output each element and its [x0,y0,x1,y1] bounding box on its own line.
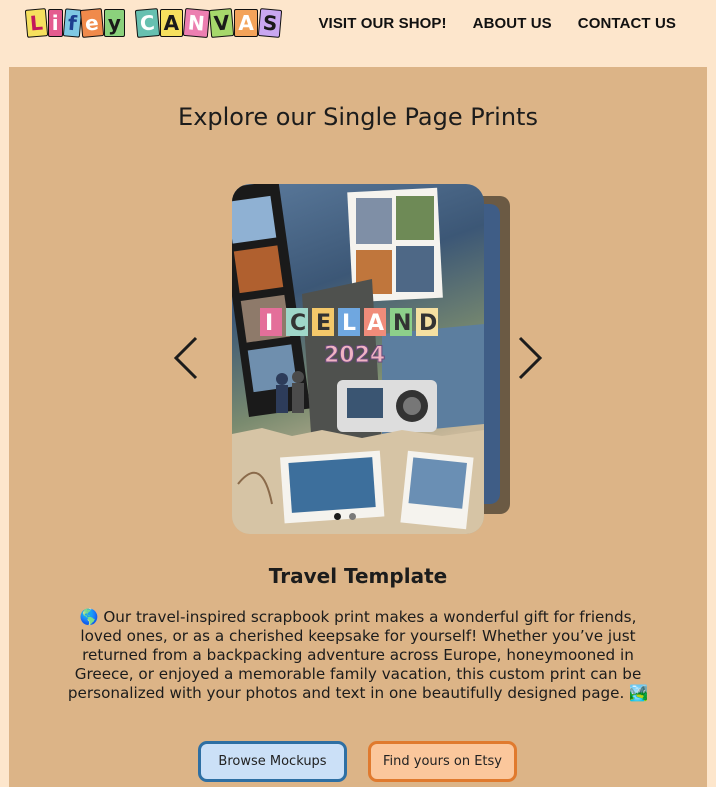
logo-letter: A [234,9,258,37]
template-description: 🌎 Our travel-inspired scrapbook print ma… [67,608,649,702]
page-title: Explore our Single Page Prints [178,103,538,131]
chevron-right-icon [518,336,543,380]
chevron-left-icon [173,336,198,380]
svg-text:D: D [419,311,437,336]
logo-letter: f [62,8,82,38]
top-bar: LifeyCANVAS VISIT OUR SHOP! ABOUT US CON… [0,0,716,62]
logo-letter: i [47,9,63,37]
nav-about-us[interactable]: ABOUT US [473,15,552,32]
nav-contact-us[interactable]: CONTACT US [578,15,676,32]
logo-letter: S [257,8,283,38]
browse-mockups-button[interactable]: Browse Mockups [198,741,347,782]
logo-letter: V [208,8,235,38]
carousel-next-button[interactable] [512,334,546,382]
svg-text:I: I [265,311,273,336]
svg-text:L: L [342,311,356,336]
svg-text:N: N [393,311,411,336]
logo-letter: A [159,9,184,37]
logo-letter: L [24,8,48,38]
carousel-dot[interactable] [349,513,356,520]
carousel-slide-image: I C E L A N D 2024 [232,184,484,534]
svg-text:C: C [290,311,306,336]
svg-text:A: A [367,311,384,336]
logo-letter: y [103,9,125,37]
logo-letter: N [182,7,211,39]
carousel-dot-active[interactable] [334,513,341,520]
template-title: Travel Template [268,564,448,588]
svg-text:E: E [316,311,331,336]
svg-text:2024: 2024 [324,343,385,368]
nav-visit-shop[interactable]: VISIT OUR SHOP! [318,15,446,32]
logo-letter: e [80,8,105,38]
scrapbook-collage-graphic: I C E L A N D 2024 [232,184,484,534]
site-logo[interactable]: LifeyCANVAS [24,6,283,40]
carousel-prev-button[interactable] [170,334,204,382]
main-nav: VISIT OUR SHOP! ABOUT US CONTACT US [318,15,676,32]
carousel-pagination [334,513,356,520]
logo-letter: C [134,8,160,38]
find-on-etsy-button[interactable]: Find yours on Etsy [368,741,517,782]
